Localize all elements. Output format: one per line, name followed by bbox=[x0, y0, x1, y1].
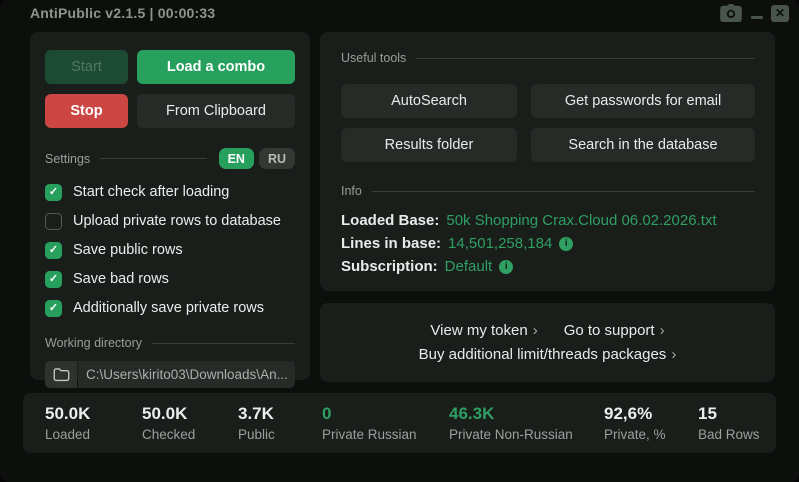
info-icon[interactable]: i bbox=[559, 237, 573, 251]
language-ru-button[interactable]: RU bbox=[259, 148, 295, 169]
from-clipboard-button[interactable]: From Clipboard bbox=[137, 94, 295, 128]
chevron-right-icon: › bbox=[660, 322, 665, 339]
chevron-right-icon: › bbox=[533, 322, 538, 339]
screenshot-button[interactable] bbox=[719, 3, 743, 23]
support-link[interactable]: Go to support› bbox=[564, 322, 665, 339]
subscription-row: Subscription: Default i bbox=[341, 255, 755, 278]
loaded-base-row: Loaded Base: 50k Shopping Crax.Cloud 06.… bbox=[341, 209, 755, 232]
stat-value: 50.0K bbox=[142, 404, 238, 424]
minimize-button[interactable] bbox=[749, 3, 765, 23]
checkbox-start-check-after-loading[interactable]: ✓ Start check after loading bbox=[45, 182, 295, 202]
autosearch-button[interactable]: AutoSearch bbox=[341, 84, 517, 118]
subscription-value: Default bbox=[445, 258, 493, 275]
working-directory-control: C:\Users\kirito03\Downloads\An... bbox=[45, 361, 295, 388]
checkbox-label: Start check after loading bbox=[73, 184, 229, 200]
settings-header: Settings EN RU bbox=[45, 148, 295, 169]
stat-bad-rows: 15 Bad Rows bbox=[698, 404, 760, 442]
tools-info-panel: Useful tools AutoSearch Get passwords fo… bbox=[320, 32, 775, 291]
stat-value: 0 bbox=[322, 404, 449, 424]
lines-in-base-label: Lines in base: bbox=[341, 235, 441, 252]
stat-checked: 50.0K Checked bbox=[142, 404, 238, 442]
stat-value: 50.0K bbox=[45, 404, 142, 424]
useful-tools-header: Useful tools bbox=[341, 50, 755, 66]
stat-value: 3.7K bbox=[238, 404, 322, 424]
titlebar-controls: ✕ bbox=[719, 0, 789, 26]
info-icon[interactable]: i bbox=[499, 260, 513, 274]
stat-label: Public bbox=[238, 427, 322, 442]
close-button[interactable]: ✕ bbox=[771, 5, 789, 22]
language-en-button[interactable]: EN bbox=[219, 148, 254, 169]
stat-label: Checked bbox=[142, 427, 238, 442]
links-panel: View my token› Go to support› Buy additi… bbox=[320, 303, 775, 382]
lines-in-base-value: 14,501,258,184 bbox=[448, 235, 552, 252]
close-icon: ✕ bbox=[775, 7, 785, 19]
working-directory-path[interactable]: C:\Users\kirito03\Downloads\An... bbox=[78, 361, 295, 388]
get-passwords-button[interactable]: Get passwords for email bbox=[531, 84, 755, 118]
divider bbox=[100, 158, 206, 159]
start-button[interactable]: Start bbox=[45, 50, 128, 84]
camera-icon bbox=[720, 4, 742, 22]
minimize-icon bbox=[751, 16, 763, 19]
working-directory-header: Working directory bbox=[45, 335, 295, 351]
stat-label: Loaded bbox=[45, 427, 142, 442]
stat-label: Private Non-Russian bbox=[449, 427, 604, 442]
checkbox-upload-private-rows[interactable]: ✓ Upload private rows to database bbox=[45, 211, 295, 231]
divider bbox=[372, 191, 755, 192]
stat-label: Private, % bbox=[604, 427, 698, 442]
checkbox-label: Save bad rows bbox=[73, 271, 169, 287]
subscription-label: Subscription: bbox=[341, 258, 438, 275]
checkbox-save-private-rows[interactable]: ✓ Additionally save private rows bbox=[45, 298, 295, 318]
checkbox-label: Additionally save private rows bbox=[73, 300, 264, 316]
stat-private-russian: 0 Private Russian bbox=[322, 404, 449, 442]
browse-folder-button[interactable] bbox=[45, 361, 77, 388]
checkbox-icon: ✓ bbox=[45, 213, 62, 230]
load-combo-button[interactable]: Load a combo bbox=[137, 50, 295, 84]
stat-private-non-russian: 46.3K Private Non-Russian bbox=[449, 404, 604, 442]
folder-icon bbox=[53, 367, 70, 382]
working-directory-label: Working directory bbox=[45, 336, 142, 350]
titlebar[interactable]: AntiPublic v2.1.5 | 00:00:33 ✕ bbox=[0, 0, 799, 26]
checkbox-icon: ✓ bbox=[45, 184, 62, 201]
divider bbox=[152, 343, 295, 344]
checkbox-icon: ✓ bbox=[45, 300, 62, 317]
checkbox-save-public-rows[interactable]: ✓ Save public rows bbox=[45, 240, 295, 260]
checkbox-icon: ✓ bbox=[45, 271, 62, 288]
info-rows: Loaded Base: 50k Shopping Crax.Cloud 06.… bbox=[341, 209, 755, 278]
stat-value: 15 bbox=[698, 404, 760, 424]
stat-private-percent: 92,6% Private, % bbox=[604, 404, 698, 442]
checkbox-icon: ✓ bbox=[45, 242, 62, 259]
stat-loaded: 50.0K Loaded bbox=[45, 404, 142, 442]
window-title: AntiPublic v2.1.5 | 00:00:33 bbox=[30, 5, 215, 21]
divider bbox=[416, 58, 755, 59]
stats-bar: 50.0K Loaded 50.0K Checked 3.7K Public 0… bbox=[23, 393, 776, 453]
search-database-button[interactable]: Search in the database bbox=[531, 128, 755, 162]
stat-value: 46.3K bbox=[449, 404, 604, 424]
buy-packages-link[interactable]: Buy additional limit/threads packages› bbox=[419, 346, 677, 363]
info-label: Info bbox=[341, 184, 362, 198]
lines-in-base-row: Lines in base: 14,501,258,184 i bbox=[341, 232, 755, 255]
control-panel: Start Load a combo Stop From Clipboard S… bbox=[30, 32, 310, 380]
info-header: Info bbox=[341, 183, 755, 199]
run-buttons: Start Load a combo Stop From Clipboard bbox=[45, 50, 295, 128]
checkbox-label: Upload private rows to database bbox=[73, 213, 281, 229]
stat-public: 3.7K Public bbox=[238, 404, 322, 442]
results-folder-button[interactable]: Results folder bbox=[341, 128, 517, 162]
checkbox-label: Save public rows bbox=[73, 242, 183, 258]
app-window: AntiPublic v2.1.5 | 00:00:33 ✕ Start Loa… bbox=[0, 0, 799, 482]
checkbox-save-bad-rows[interactable]: ✓ Save bad rows bbox=[45, 269, 295, 289]
chevron-right-icon: › bbox=[671, 346, 676, 363]
view-token-link[interactable]: View my token› bbox=[430, 322, 537, 339]
links-row-bottom: Buy additional limit/threads packages› bbox=[419, 346, 677, 363]
settings-checkboxes: ✓ Start check after loading ✓ Upload pri… bbox=[45, 182, 295, 318]
tools-buttons: AutoSearch Get passwords for email Resul… bbox=[341, 84, 755, 162]
stop-button[interactable]: Stop bbox=[45, 94, 128, 128]
useful-tools-label: Useful tools bbox=[341, 51, 406, 65]
settings-label: Settings bbox=[45, 152, 90, 166]
loaded-base-value: 50k Shopping Crax.Cloud 06.02.2026.txt bbox=[446, 212, 716, 229]
stat-label: Private Russian bbox=[322, 427, 449, 442]
loaded-base-label: Loaded Base: bbox=[341, 212, 439, 229]
stat-label: Bad Rows bbox=[698, 427, 760, 442]
stat-value: 92,6% bbox=[604, 404, 698, 424]
links-row-top: View my token› Go to support› bbox=[430, 322, 664, 339]
